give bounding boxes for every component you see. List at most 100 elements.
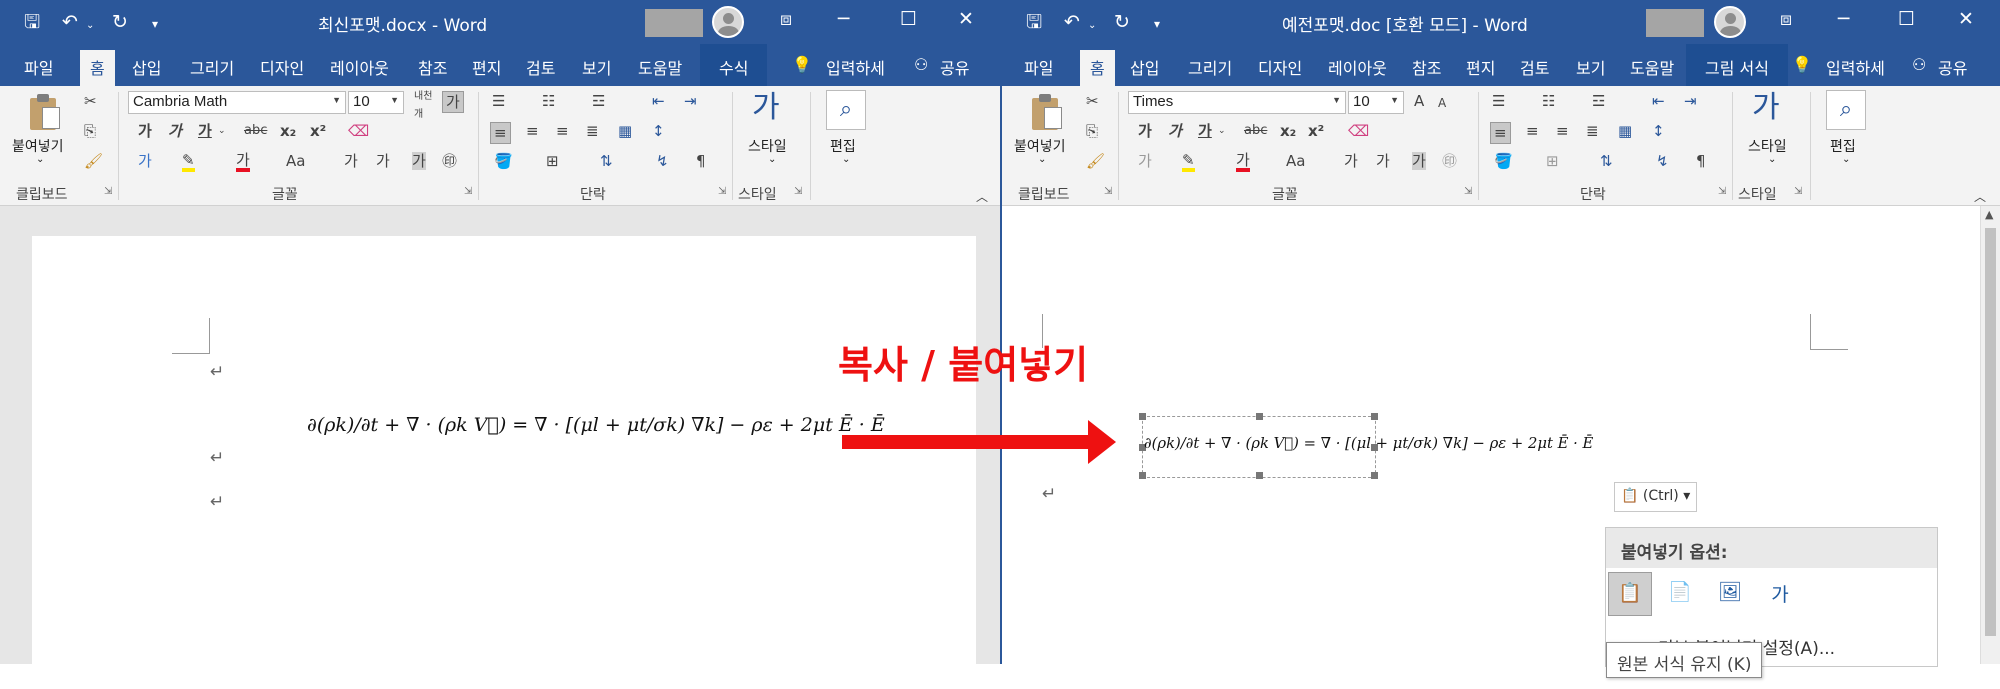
close-icon[interactable]: ✕ (1958, 8, 1974, 30)
bullets-icon[interactable]: ☰ (1492, 92, 1505, 110)
undo-dropdown-icon[interactable]: ⌄ (1088, 14, 1096, 38)
tab-picture-format[interactable]: 그림 서식 (1686, 44, 1788, 86)
tab-review[interactable]: 검토 (526, 55, 555, 79)
paragraph-launcher-icon[interactable]: ⇲ (718, 186, 726, 197)
align-right-icon[interactable]: ≡ (556, 122, 569, 140)
font-size-combo[interactable]: 10 ▼ (1348, 91, 1404, 114)
resize-handle[interactable] (1256, 413, 1263, 420)
tab-mailings[interactable]: 편지 (1466, 55, 1495, 79)
tab-file[interactable]: 파일 (24, 55, 53, 79)
maximize-icon[interactable]: ☐ (1898, 8, 1915, 30)
styles-button[interactable]: 스타일 (748, 136, 787, 156)
tab-equation[interactable]: 수식 (700, 44, 768, 86)
share-button[interactable]: 공유 (1938, 55, 1967, 79)
tab-design[interactable]: 디자인 (1258, 55, 1302, 79)
char-shading-button[interactable]: 가 (412, 152, 426, 170)
styles-launcher-icon[interactable]: ⇲ (1794, 186, 1802, 197)
tab-insert[interactable]: 삽입 (1130, 55, 1159, 79)
distributed-icon[interactable]: ▦ (1618, 122, 1632, 140)
copy-icon[interactable]: ⎘ (84, 122, 96, 140)
shading-icon[interactable]: 🪣 (1494, 152, 1513, 170)
justify-icon[interactable]: ≣ (1586, 122, 1599, 140)
ribbon-display-icon[interactable]: ⧈ (1780, 8, 1792, 30)
underline-button[interactable]: 가 (1198, 122, 1212, 140)
multilevel-list-icon[interactable]: ☲ (1592, 92, 1605, 110)
customize-qat-icon[interactable]: ▾ (152, 12, 158, 36)
tab-view[interactable]: 보기 (1576, 55, 1605, 79)
enclose-char-button[interactable]: ㊞ (442, 152, 457, 170)
minimize-icon[interactable]: ─ (838, 8, 849, 30)
paste-button[interactable]: 붙여넣기 (12, 136, 64, 156)
scroll-thumb[interactable] (1985, 228, 1996, 636)
align-center-icon[interactable]: ≡ (1526, 122, 1539, 140)
strikethrough-button[interactable]: abc (1244, 122, 1267, 140)
font-color-icon[interactable]: 가 (1236, 152, 1250, 172)
chevron-down-icon[interactable]: ⌄ (218, 122, 226, 140)
paste-icon[interactable] (28, 92, 62, 132)
styles-button[interactable]: 스타일 (1748, 136, 1787, 156)
tell-me-box[interactable]: 입력하세 (826, 55, 885, 79)
eraser-icon[interactable]: ⌫ (1348, 122, 1369, 140)
tab-layout[interactable]: 레이아웃 (330, 55, 389, 79)
copy-icon[interactable]: ⎘ (1086, 122, 1098, 140)
eraser-icon[interactable]: ⌫ (348, 122, 369, 140)
asian-layout-icon[interactable]: ↯ (1656, 152, 1669, 170)
numbering-icon[interactable]: ☷ (542, 92, 555, 110)
maximize-icon[interactable]: ☐ (900, 8, 917, 30)
minimize-icon[interactable]: ─ (1838, 8, 1849, 30)
undo-dropdown-icon[interactable]: ⌄ (86, 14, 94, 38)
superscript-button[interactable]: x² (1308, 122, 1324, 140)
lightbulb-icon[interactable]: 💡 (792, 55, 812, 74)
font-launcher-icon[interactable]: ⇲ (464, 186, 472, 197)
paste-button[interactable]: 붙여넣기 (1014, 136, 1066, 156)
account-name[interactable] (645, 9, 703, 37)
bullets-icon[interactable]: ☰ (492, 92, 505, 110)
highlight-icon[interactable]: ✎ (182, 152, 195, 172)
line-spacing-icon[interactable]: ↕ (652, 122, 665, 140)
merge-format-icon[interactable]: 📄 (1658, 572, 1702, 616)
collapse-ribbon-icon[interactable]: ︿ (976, 188, 988, 205)
cut-icon[interactable]: ✂ (84, 92, 97, 110)
char-shading-button[interactable]: 가 (1412, 152, 1426, 170)
tell-me-box[interactable]: 입력하세 (1826, 55, 1885, 79)
shrink-font-button[interactable]: 가 (376, 152, 390, 170)
person-icon[interactable]: ⚇ (1912, 55, 1926, 74)
distributed-icon[interactable]: ▦ (618, 122, 632, 140)
text-effects-icon[interactable]: 가 (1138, 152, 1152, 170)
borders-icon[interactable]: ⊞ (546, 152, 559, 170)
asian-layout-icon[interactable]: ↯ (656, 152, 669, 170)
undo-icon[interactable]: ↶ (1064, 10, 1080, 34)
tab-draw[interactable]: 그리기 (190, 55, 234, 79)
font-color-icon[interactable]: 가 (236, 152, 250, 172)
keep-text-only-icon[interactable]: 가 (1758, 572, 1802, 616)
scroll-up-icon[interactable]: ▲ (1985, 208, 1993, 221)
tab-mailings[interactable]: 편지 (472, 55, 501, 79)
pasted-equation[interactable]: ∂(ρk)/∂t + ∇ · (ρk V⃗) = ∇ · [(μl + μt/σ… (1144, 434, 1593, 452)
show-marks-icon[interactable]: ¶ (696, 152, 706, 170)
paragraph-launcher-icon[interactable]: ⇲ (1718, 186, 1726, 197)
resize-handle[interactable] (1139, 413, 1146, 420)
format-painter-icon[interactable]: 🖌 (84, 152, 103, 170)
clear-format-icon[interactable]: 가 (442, 91, 464, 113)
save-icon[interactable]: 🖫 (24, 10, 40, 34)
resize-handle[interactable] (1256, 472, 1263, 479)
document-page[interactable]: ↵ ∂(ρk)/∂t + ∇ · (ρk V⃗) = ∇ · [(μl + μt… (32, 236, 976, 664)
align-right-icon[interactable]: ≡ (1556, 122, 1569, 140)
tab-home[interactable]: 홈 (80, 50, 115, 86)
redo-icon[interactable]: ↻ (112, 10, 128, 34)
subscript-button[interactable]: x₂ (280, 122, 296, 140)
paste-icon[interactable] (1030, 92, 1064, 132)
paste-dropdown-icon[interactable]: ⌄ (36, 154, 44, 165)
subscript-button[interactable]: x₂ (1280, 122, 1296, 140)
save-icon[interactable]: 🖫 (1026, 10, 1042, 34)
justify-icon[interactable]: ≣ (586, 122, 599, 140)
clipboard-launcher-icon[interactable]: ⇲ (104, 186, 112, 197)
account-name[interactable] (1646, 9, 1704, 37)
redo-icon[interactable]: ↻ (1114, 10, 1130, 34)
tab-references[interactable]: 참조 (418, 55, 447, 79)
tab-file[interactable]: 파일 (1024, 55, 1053, 79)
multilevel-list-icon[interactable]: ☲ (592, 92, 605, 110)
grow-font-button[interactable]: 가 (344, 152, 358, 170)
font-name-combo[interactable]: Cambria Math ▼ (128, 91, 346, 114)
numbering-icon[interactable]: ☷ (1542, 92, 1555, 110)
